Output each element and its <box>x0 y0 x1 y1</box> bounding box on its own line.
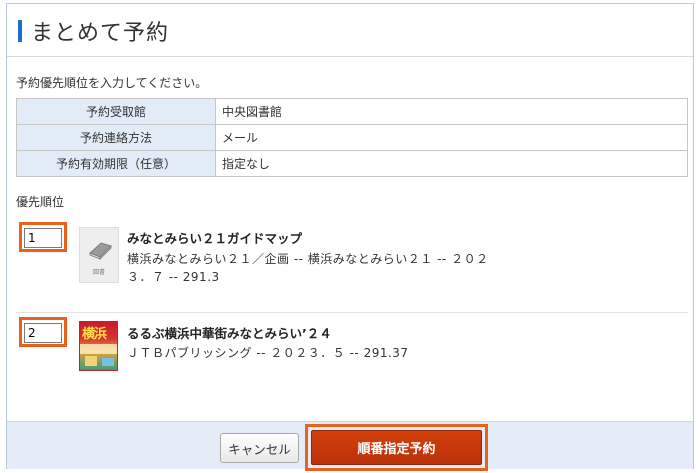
submit-button-highlight: 順番指定予約 <box>305 424 488 471</box>
item-description: ＪＴＢパブリッシング -- ２０２３．５ -- 291.37 <box>127 346 409 360</box>
order-field-highlight <box>19 317 67 347</box>
cover-photo <box>102 358 114 366</box>
list-item: 横浜 るるぶ横浜中華街みなとみらい’２４ ＪＴＢパブリッシング -- ２０２３．… <box>16 315 688 385</box>
list-item: 図書 みなとみらい２１ガイドマップ 横浜みなとみらい２１／企画 -- 横浜みなと… <box>16 219 688 313</box>
settings-row-contact-method: 予約連絡方法 メール <box>16 124 688 151</box>
reservation-settings-table: 予約受取館 中央図書館 予約連絡方法 メール 予約有効期限（任意） 指定なし <box>16 98 688 177</box>
priority-heading: 優先順位 <box>16 195 65 209</box>
dialog-header: まとめて予約 <box>7 4 693 57</box>
settings-value: メール <box>215 124 688 151</box>
book-icon <box>87 240 113 264</box>
bulk-reservation-dialog: まとめて予約 予約優先順位を入力してください。 予約受取館 中央図書館 予約連絡… <box>6 3 694 471</box>
ordered-reservation-button[interactable]: 順番指定予約 <box>311 430 482 465</box>
order-input[interactable] <box>24 323 62 343</box>
thumbnail-label: 図書 <box>92 269 105 276</box>
cancel-button[interactable]: キャンセル <box>220 433 299 463</box>
settings-row-pickup-library: 予約受取館 中央図書館 <box>16 98 688 125</box>
settings-value: 指定なし <box>215 150 688 177</box>
dialog-title: まとめて予約 <box>31 21 170 46</box>
cover-photo <box>85 356 97 366</box>
book-thumbnail: 図書 <box>79 227 119 283</box>
dialog-footer: キャンセル 順番指定予約 <box>7 421 693 471</box>
cover-title-text: 横浜 <box>82 327 107 342</box>
item-title: るるぶ横浜中華街みなとみらい’２４ <box>127 326 332 341</box>
item-description: 横浜みなとみらい２１／企画 -- 横浜みなとみらい２１ -- ２０２ ３．７ -… <box>127 252 489 284</box>
settings-value: 中央図書館 <box>215 98 688 125</box>
order-field-highlight <box>19 222 67 252</box>
cover-band <box>80 344 117 354</box>
instruction-text: 予約優先順位を入力してください。 <box>16 76 208 90</box>
book-cover-image: 横浜 <box>79 321 118 371</box>
settings-label: 予約連絡方法 <box>16 124 216 151</box>
settings-row-expiry: 予約有効期限（任意） 指定なし <box>16 150 688 177</box>
item-title: みなとみらい２１ガイドマップ <box>127 231 303 246</box>
settings-label: 予約有効期限（任意） <box>16 150 216 177</box>
settings-label: 予約受取館 <box>16 98 216 125</box>
title-accent-bar <box>18 20 22 42</box>
order-input[interactable] <box>24 228 62 248</box>
